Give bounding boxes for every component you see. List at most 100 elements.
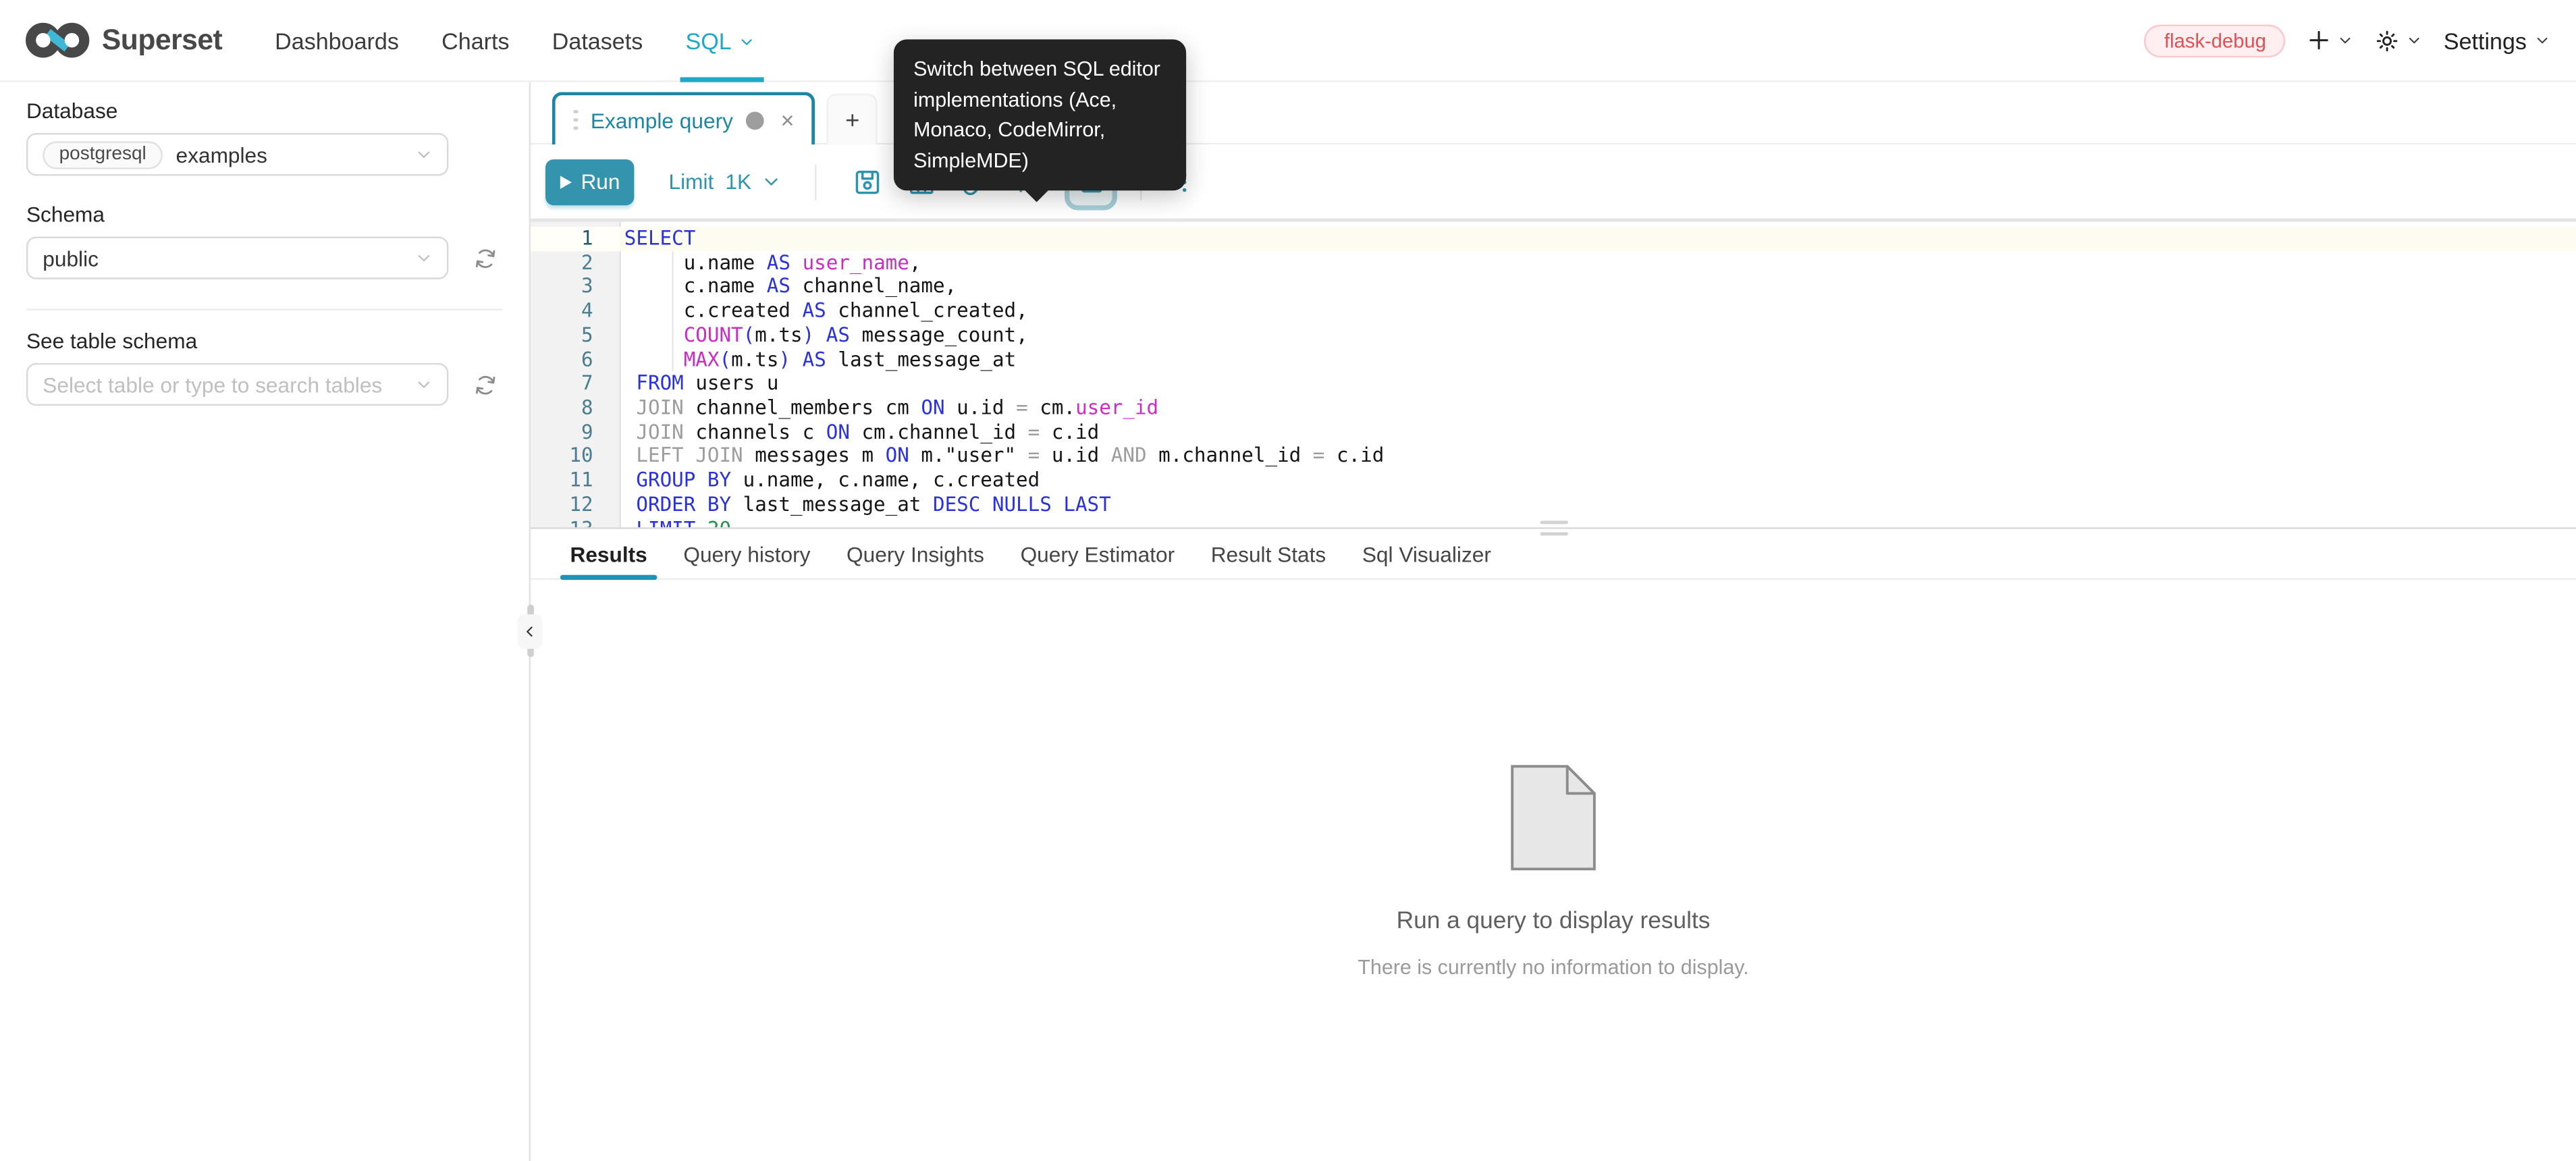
refresh-icon — [473, 246, 498, 271]
chevron-down-icon — [2338, 33, 2353, 48]
line-number: 13 — [531, 517, 619, 528]
code-line-1: 1SELECT — [531, 227, 2576, 251]
schema-select[interactable]: public — [26, 236, 448, 279]
editor-tabbar: Example query × + — [531, 82, 2576, 144]
superset-logo[interactable]: Superset — [25, 20, 223, 61]
navbar-right: flask-debug Settings — [2145, 24, 2550, 57]
query-tab[interactable]: Example query × — [552, 92, 815, 144]
query-tab-label: Example query — [591, 107, 733, 132]
line-number: 11 — [531, 468, 619, 493]
settings-menu[interactable]: Settings — [2444, 27, 2550, 53]
chevron-down-icon — [416, 250, 432, 266]
toolbar-divider — [815, 163, 817, 200]
code-line-12: 12 ORDER BY last_message_at DESC NULLS L… — [531, 493, 2576, 517]
code-line-6: 6 MAX(m.ts) AS last_message_at — [531, 348, 2576, 372]
editor-results-splitter — [531, 527, 2576, 529]
editor-toolbar: Run Limit 1K — [531, 144, 2576, 219]
plus-icon — [2307, 28, 2332, 53]
new-tab-button[interactable]: + — [827, 94, 878, 144]
run-query-button[interactable]: Run — [545, 159, 634, 205]
line-number: 12 — [531, 493, 619, 517]
results-tab-sql-visualizer[interactable]: Sql Visualizer — [1362, 528, 1491, 578]
tooltip-arrow — [1023, 189, 1050, 202]
unsaved-indicator-dot — [746, 111, 764, 129]
schema-label: Schema — [26, 202, 503, 227]
line-number: 7 — [531, 372, 619, 396]
results-empty-state: Run a query to display results There is … — [531, 580, 2576, 1161]
line-number: 1 — [531, 227, 619, 251]
sidebar-divider — [26, 309, 503, 310]
line-number: 9 — [531, 420, 619, 444]
chevron-down-icon — [416, 376, 432, 392]
code-line-7: 7 FROM users u — [531, 372, 2576, 396]
sqllab-main: Example query × + Run Limit 1K — [531, 82, 2576, 1161]
results-tab-result-stats[interactable]: Result Stats — [1211, 528, 1326, 578]
sqllab-left-panel: Database postgresql examples Schema publ… — [0, 82, 531, 1161]
chevron-down-icon — [740, 34, 755, 49]
chevron-down-icon — [2407, 33, 2422, 48]
results-tab-query-insights[interactable]: Query Insights — [847, 528, 984, 578]
empty-document-icon — [1510, 763, 1597, 871]
sun-icon — [2375, 27, 2401, 53]
nav-item-datasets[interactable]: Datasets — [552, 0, 643, 81]
line-number: 2 — [531, 251, 619, 275]
nav-item-charts[interactable]: Charts — [441, 0, 509, 81]
results-tab-query-estimator[interactable]: Query Estimator — [1021, 528, 1175, 578]
table-select-placeholder: Select table or type to search tables — [43, 372, 382, 397]
code-line-8: 8 JOIN channel_members cm ON u.id = cm.u… — [531, 396, 2576, 421]
nav-item-label: Dashboards — [275, 27, 399, 53]
play-icon — [560, 175, 571, 188]
nav-item-label: Datasets — [552, 27, 643, 53]
save-query-button[interactable] — [842, 157, 892, 206]
new-item-menu[interactable] — [2307, 28, 2353, 53]
theme-menu[interactable] — [2375, 27, 2423, 53]
schema-value: public — [43, 246, 99, 271]
brand-name: Superset — [102, 23, 222, 57]
results-tab-results[interactable]: Results — [570, 528, 647, 578]
code-line-9: 9 JOIN channels c ON cm.channel_id = c.i… — [531, 420, 2576, 444]
code-line-10: 10 LEFT JOIN messages m ON m."user" = u.… — [531, 444, 2576, 468]
environment-badge: flask-debug — [2145, 24, 2286, 57]
table-select[interactable]: Select table or type to search tables — [26, 363, 448, 406]
line-number: 4 — [531, 299, 619, 323]
empty-state-title: Run a query to display results — [1397, 908, 1711, 934]
nav-item-sql[interactable]: SQL — [686, 0, 755, 81]
app-window: Superset Dashboards Charts Datasets SQL fla… — [0, 0, 2576, 1161]
line-number: 8 — [531, 396, 619, 421]
code-line-4: 4 c.created AS channel_created, — [531, 299, 2576, 323]
code-line-11: 11 GROUP BY u.name, c.name, c.created — [531, 468, 2576, 493]
code-line-3: 3 c.name AS channel_name, — [531, 275, 2576, 299]
code-line-5: 5 COUNT(m.ts) AS message_count, — [531, 323, 2576, 348]
switch-editor-tooltip: Switch between SQL editor implementation… — [894, 39, 1186, 190]
top-navbar: Superset Dashboards Charts Datasets SQL fla… — [0, 0, 2576, 82]
nav-item-label: Charts — [441, 27, 509, 53]
results-tabbar: Results Query history Query Insights Query … — [531, 529, 2576, 580]
empty-state-subtitle: There is currently no information to dis… — [1358, 955, 1748, 978]
line-number: 5 — [531, 323, 619, 348]
sql-code-editor[interactable]: 1SELECT2 u.name AS user_name,3 c.name AS… — [531, 219, 2576, 528]
drag-handle-icon — [573, 109, 577, 130]
database-value: examples — [176, 142, 267, 167]
sql-editor-lines: 1SELECT2 u.name AS user_name,3 c.name AS… — [531, 222, 2576, 528]
row-limit-dropdown[interactable]: Limit 1K — [669, 169, 781, 194]
results-tab-query-history[interactable]: Query history — [683, 528, 810, 578]
refresh-schemas-button[interactable] — [473, 246, 498, 271]
refresh-icon — [473, 372, 498, 397]
database-label: Database — [26, 99, 503, 124]
collapse-sidebar-button[interactable] — [518, 614, 543, 649]
settings-label: Settings — [2444, 27, 2527, 53]
table-schema-label: See table schema — [26, 329, 503, 354]
tooltip-text: Switch between SQL editor implementation… — [913, 57, 1160, 171]
line-number: 6 — [531, 348, 619, 372]
database-select[interactable]: postgresql examples — [26, 133, 448, 176]
superset-infinity-icon — [25, 20, 90, 61]
refresh-tables-button[interactable] — [473, 372, 498, 397]
code-line-2: 2 u.name AS user_name, — [531, 251, 2576, 275]
nav-item-dashboards[interactable]: Dashboards — [275, 0, 399, 81]
limit-value: 1K — [725, 169, 751, 194]
close-tab-icon[interactable]: × — [781, 109, 795, 132]
line-number: 10 — [531, 444, 619, 468]
chevron-left-icon — [522, 622, 537, 641]
database-type-tag: postgresql — [43, 140, 163, 168]
splitter-drag-handle[interactable] — [1539, 520, 1567, 535]
